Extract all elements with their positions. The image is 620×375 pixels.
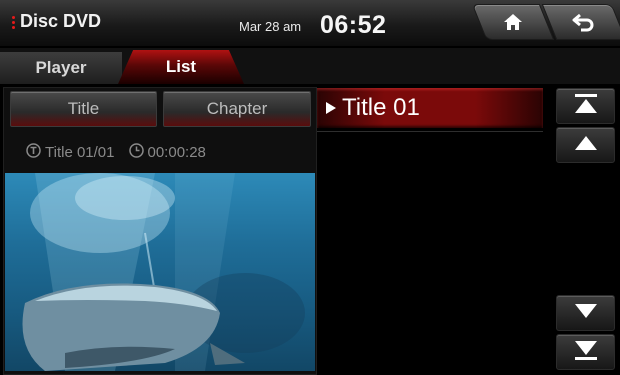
scroll-to-bottom-button[interactable] xyxy=(556,334,615,370)
clock-time: 06:52 xyxy=(320,11,387,39)
scroll-bottom-icon xyxy=(573,339,599,366)
video-frame-image xyxy=(22,173,305,371)
video-preview[interactable] xyxy=(5,173,315,371)
tab-list[interactable]: List xyxy=(118,50,244,84)
play-indicator-icon xyxy=(326,102,336,114)
list-item[interactable]: Title 01 xyxy=(317,88,543,128)
chapter-button[interactable]: Chapter xyxy=(163,91,311,127)
scroll-up-button[interactable] xyxy=(556,127,615,163)
arrow-down-icon xyxy=(573,303,599,324)
app-indicator-icon xyxy=(12,16,15,30)
scroll-to-top-button[interactable] xyxy=(556,88,615,124)
title-icon xyxy=(26,142,45,162)
list-item-label: Title 01 xyxy=(342,94,420,121)
title-info: Title 01/01 xyxy=(45,143,115,161)
clock-icon xyxy=(128,142,148,162)
playback-info: Title 01/01 00:00:28 xyxy=(26,142,220,162)
back-arrow-icon xyxy=(572,12,596,32)
elapsed-time: 00:00:28 xyxy=(147,143,206,161)
date-label: Mar 28 am xyxy=(239,19,302,34)
scroll-top-icon xyxy=(573,93,599,120)
home-icon xyxy=(503,13,523,31)
home-button[interactable] xyxy=(471,4,555,40)
list-divider xyxy=(317,131,543,132)
scroll-down-button[interactable] xyxy=(556,295,615,331)
tab-player[interactable]: Player xyxy=(0,52,122,84)
arrow-up-icon xyxy=(573,135,599,156)
back-button[interactable] xyxy=(541,4,620,40)
app-title: Disc DVD xyxy=(20,11,102,31)
title-button[interactable]: Title xyxy=(10,91,157,127)
